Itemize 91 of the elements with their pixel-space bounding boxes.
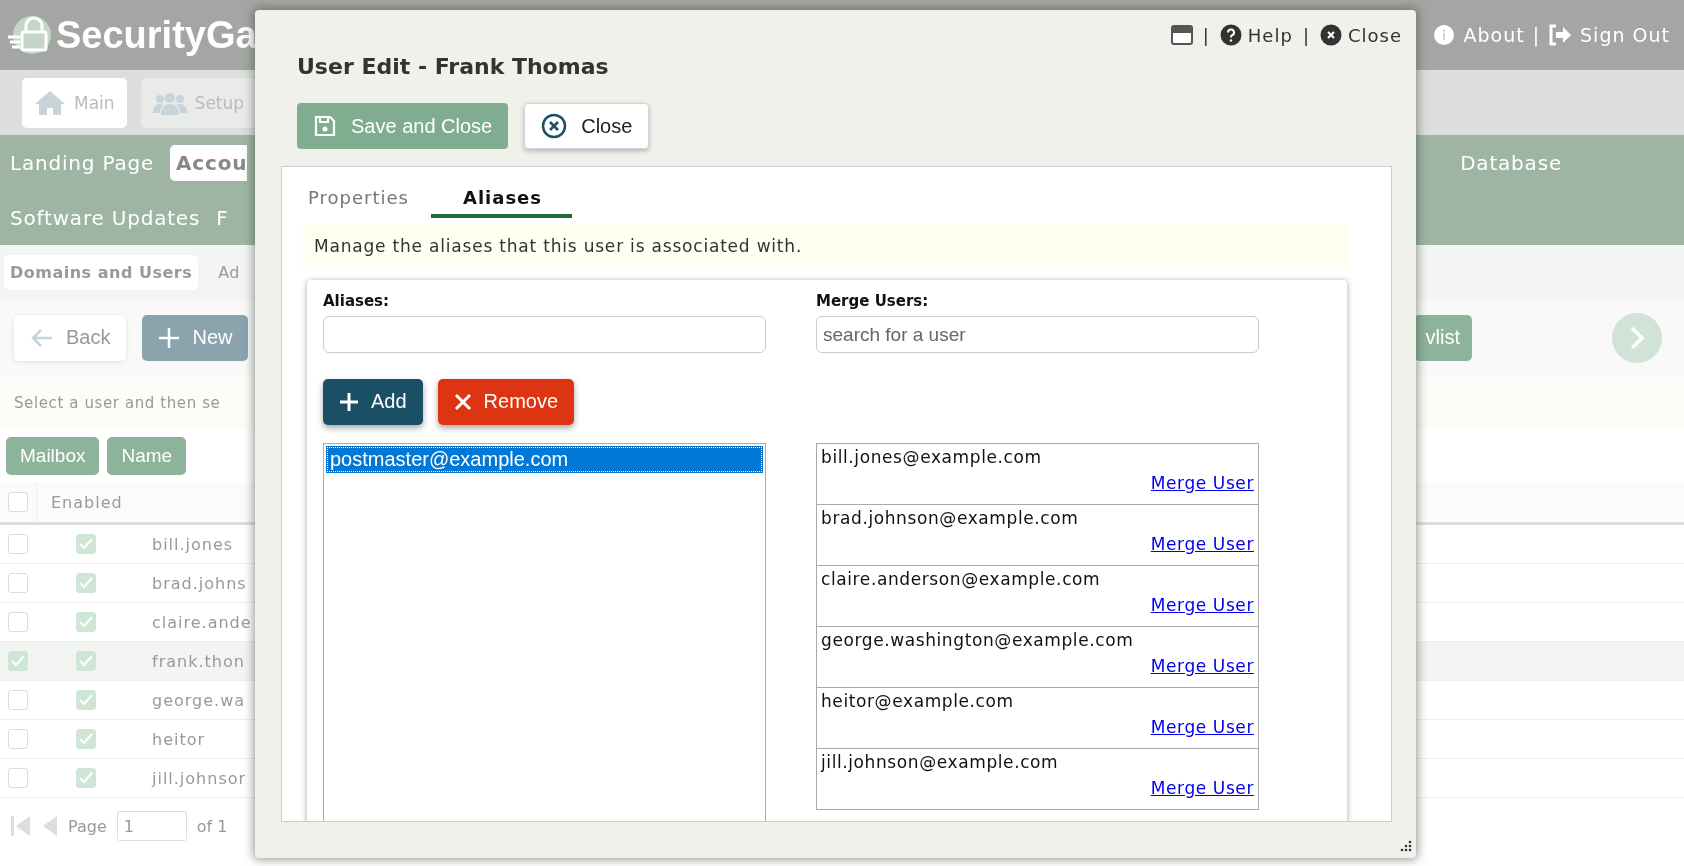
merge-user-link[interactable]: Merge User <box>1150 473 1254 493</box>
remove-button[interactable]: Remove <box>437 378 575 425</box>
separator: | <box>1202 24 1210 46</box>
page-total: of 1 <box>196 816 228 836</box>
merge-user-link[interactable]: Merge User <box>1150 595 1254 615</box>
info-icon <box>1433 24 1456 46</box>
checkbox[interactable] <box>8 534 28 554</box>
nav-button[interactable]: Main <box>22 77 127 128</box>
close-icon <box>453 392 472 411</box>
users-icon <box>152 90 187 115</box>
back-button[interactable]: Back <box>14 314 127 361</box>
alias-input-field[interactable] <box>323 316 766 353</box>
menu-item[interactable]: Software Updates <box>10 199 203 236</box>
merge-user-link[interactable]: Merge User <box>1150 717 1254 737</box>
resize-grip-icon[interactable] <box>1398 840 1412 854</box>
checkbox[interactable] <box>8 768 28 788</box>
checkbox[interactable] <box>8 492 28 512</box>
first-page-icon[interactable] <box>10 814 32 838</box>
menu-item[interactable]: Database <box>1460 144 1564 181</box>
checkbox[interactable] <box>76 768 96 788</box>
user-email: claire.anderson@example.com <box>821 569 1102 589</box>
help-icon <box>1219 24 1242 46</box>
back-arrow-icon <box>30 327 54 348</box>
user-email: bill.jones@example.com <box>821 447 1043 467</box>
page-label: Page <box>68 816 107 836</box>
close-icon <box>1319 24 1342 46</box>
logo-text: SecurityGa <box>56 13 257 57</box>
filter-chip[interactable]: Mailbox <box>6 437 100 475</box>
filter-chip[interactable]: Name <box>107 437 187 475</box>
checkbox[interactable] <box>76 651 96 671</box>
checkbox[interactable] <box>76 534 96 554</box>
table-cell-text: heitor <box>151 729 206 749</box>
tab[interactable]: Properties <box>308 187 431 218</box>
plus-icon <box>158 326 181 349</box>
plus-icon <box>339 391 359 412</box>
sub-tab[interactable]: Ad <box>212 255 247 290</box>
checkbox[interactable] <box>8 651 28 671</box>
next-button[interactable] <box>1612 312 1662 363</box>
table-cell-text: brad.johns <box>151 573 247 593</box>
checkbox[interactable] <box>76 690 96 710</box>
checkbox[interactable] <box>8 573 28 593</box>
user-email: brad.johnson@example.com <box>821 508 1080 528</box>
alias-listbox[interactable]: postmaster@example.com <box>323 442 766 821</box>
separator: | <box>1302 24 1310 46</box>
header-link[interactable]: Sign Out <box>1580 24 1670 46</box>
table-cell-text: bill.jones <box>151 534 234 554</box>
previous-page-icon[interactable] <box>42 814 58 838</box>
separator: | <box>1532 24 1541 46</box>
user-email: heitor@example.com <box>821 691 1015 711</box>
table-cell-text: frank.thon <box>151 651 245 671</box>
search-field[interactable]: search for a user <box>816 316 1259 353</box>
close-button[interactable]: Close <box>524 103 650 149</box>
sub-tab[interactable]: Domains and Users <box>4 255 199 290</box>
checkbox[interactable] <box>76 729 96 749</box>
table-cell-text: george.wa <box>151 690 246 710</box>
table-cell-text: jill.johnsor <box>150 768 247 788</box>
user-email: george.washington@example.com <box>821 630 1135 650</box>
menu-item[interactable]: Accou <box>170 144 248 181</box>
toolbar-button[interactable]: vlist <box>1413 314 1472 361</box>
column-header[interactable]: Enabled <box>36 482 139 522</box>
menu-item[interactable]: F <box>216 199 231 236</box>
tab[interactable]: Aliases <box>430 187 573 218</box>
page-field[interactable]: 1 <box>116 811 187 841</box>
checkbox[interactable] <box>8 690 28 710</box>
header-link[interactable]: About <box>1463 24 1525 46</box>
merge-user-link[interactable]: Merge User <box>1150 656 1254 676</box>
hint-text: Select a user and then se <box>14 393 221 412</box>
list-option[interactable]: postmaster@example.com <box>326 445 763 473</box>
menu-item[interactable]: Landing Page <box>10 144 157 181</box>
table-cell-text: claire.ande <box>151 612 252 632</box>
checkbox[interactable] <box>8 729 28 749</box>
dialog-title: User Edit - Frank Thomas <box>297 54 610 79</box>
user-email: jill.johnson@example.com <box>821 752 1060 772</box>
close-icon <box>541 113 568 139</box>
window-icon[interactable] <box>1170 25 1193 45</box>
checkbox[interactable] <box>76 612 96 632</box>
home-icon <box>34 89 66 116</box>
checkbox[interactable] <box>8 612 28 632</box>
add-button[interactable]: Add <box>323 378 423 425</box>
merge-user-link[interactable]: Merge User <box>1150 534 1254 554</box>
description-text: Manage the aliases that this user is associated with. <box>302 224 1348 268</box>
sign-out-icon <box>1548 24 1573 46</box>
close-link[interactable]: Close <box>1319 24 1402 46</box>
field-label: Merge Users: <box>816 292 930 310</box>
save-and-close-button[interactable]: Save and Close <box>297 103 509 149</box>
merge-user-link[interactable]: Merge User <box>1150 778 1254 798</box>
new-button[interactable]: New <box>142 314 249 361</box>
checkbox[interactable] <box>76 573 96 593</box>
help-link[interactable]: Help <box>1219 24 1293 46</box>
field-label: Aliases: <box>323 292 391 310</box>
chevron-right-icon <box>1629 325 1645 350</box>
